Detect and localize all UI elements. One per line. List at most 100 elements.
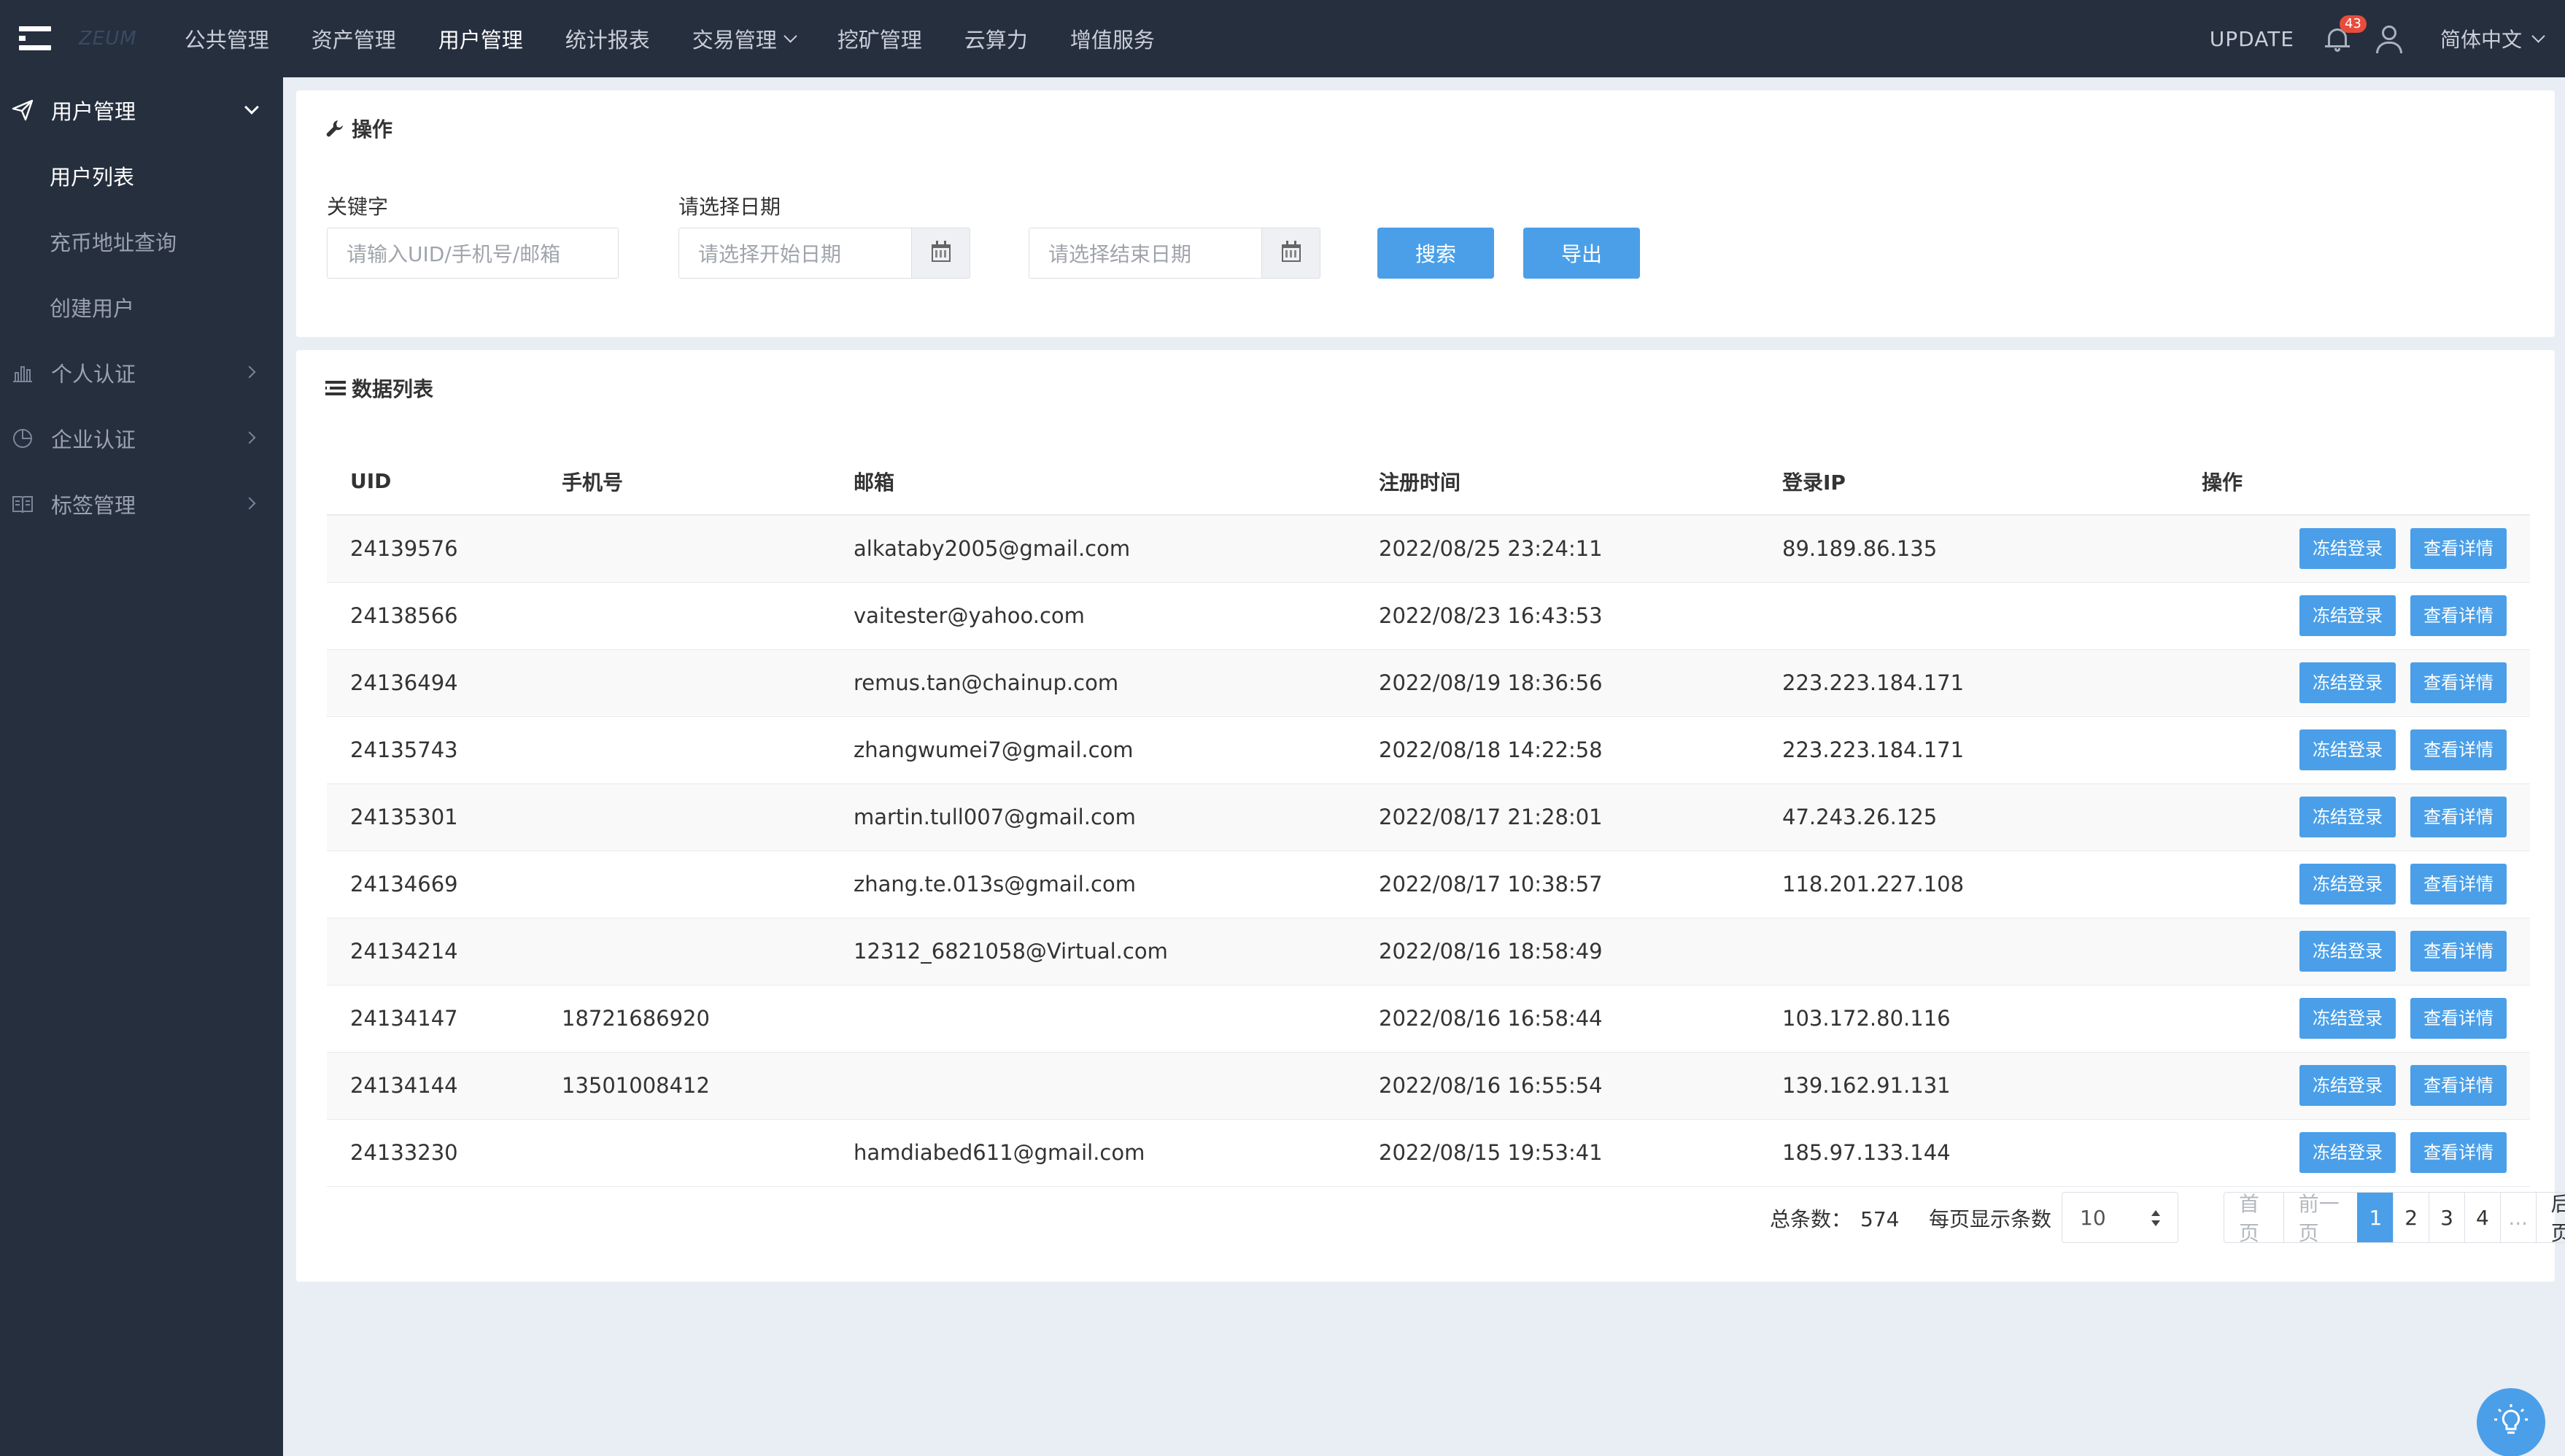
end-date-input[interactable]: 请选择结束日期: [1029, 228, 1262, 279]
view-details-button[interactable]: 查看详情: [2410, 595, 2507, 636]
search-button[interactable]: 搜索: [1377, 228, 1494, 279]
sidebar-menu: 个人认证企业认证 标签管理: [0, 340, 283, 537]
language-selector[interactable]: 简体中文: [2440, 24, 2545, 53]
view-details-button[interactable]: 查看详情: [2410, 528, 2507, 570]
view-details-button[interactable]: 查看详情: [2410, 998, 2507, 1039]
update-button[interactable]: UPDATE: [2210, 27, 2294, 51]
nav-item-7[interactable]: 增值服务: [1049, 0, 1176, 77]
cell-login-ip: 103.172.80.116: [1782, 985, 2202, 1053]
cell-registration-time: 2022/08/23 16:43:53: [1379, 582, 1782, 650]
table-row: 24134669 zhang.te.013s@gmail.com 2022/08/1…: [327, 851, 2530, 918]
sidebar-subitem-1[interactable]: 充币地址查询: [0, 209, 283, 274]
cell-registration-time: 2022/08/17 10:38:57: [1379, 851, 1782, 918]
nav-item-6[interactable]: 云算力: [943, 0, 1049, 77]
cell-actions: 冻结登录 查看详情: [2202, 985, 2530, 1053]
sidebar-subitem-2[interactable]: 创建用户: [0, 274, 283, 340]
sidebar-subitem-0[interactable]: 用户列表: [0, 143, 283, 209]
sidebar-item-1[interactable]: 企业认证: [0, 406, 283, 471]
notification-bell-icon[interactable]: 43: [2324, 15, 2367, 53]
column-header-registration-time[interactable]: 注册时间: [1379, 448, 1782, 516]
menu-toggle-icon[interactable]: [19, 26, 51, 51]
nav-item-label: 公共管理: [184, 28, 269, 53]
sidebar-item-0[interactable]: 个人认证: [0, 340, 283, 406]
freeze-login-button[interactable]: 冻结登录: [2299, 528, 2396, 570]
freeze-login-button[interactable]: 冻结登录: [2299, 595, 2396, 636]
page-button-4[interactable]: 4: [2464, 1193, 2500, 1242]
freeze-login-button[interactable]: 冻结登录: [2299, 931, 2396, 972]
nav-item-label: 用户管理: [438, 28, 523, 53]
cell-phone: [562, 783, 854, 851]
freeze-login-button[interactable]: 冻结登录: [2299, 797, 2396, 837]
user-profile-icon[interactable]: [2375, 24, 2404, 53]
cell-actions: 冻结登录 查看详情: [2202, 649, 2530, 717]
help-button[interactable]: [2477, 1388, 2545, 1456]
column-header-email[interactable]: 邮箱: [854, 448, 1379, 516]
export-button[interactable]: 导出: [1523, 228, 1640, 279]
cell-uid: 24134214: [327, 918, 562, 985]
nav-item-1[interactable]: 资产管理: [290, 0, 417, 77]
freeze-login-button[interactable]: 冻结登录: [2299, 729, 2396, 770]
freeze-login-button[interactable]: 冻结登录: [2299, 1132, 2396, 1173]
sidebar-item-label: 个人认证: [51, 362, 136, 387]
start-date-input[interactable]: 请选择开始日期: [678, 228, 912, 279]
list-icon: [325, 377, 347, 399]
nav-item-2[interactable]: 用户管理: [417, 0, 544, 77]
sidebar-submenu: 用户列表 充币地址查询 创建用户: [0, 143, 283, 340]
nav-item-4[interactable]: 交易管理: [671, 0, 816, 77]
cell-registration-time: 2022/08/16 18:58:49: [1379, 918, 1782, 985]
column-header-actions: 操作: [2202, 448, 2530, 516]
column-header-phone[interactable]: 手机号: [562, 448, 854, 516]
view-details-button[interactable]: 查看详情: [2410, 1132, 2507, 1173]
nav-item-label: 云算力: [964, 28, 1028, 53]
per-page-label: 每页显示条数: [1929, 1207, 2052, 1231]
cell-email: zhangwumei7@gmail.com: [854, 716, 1379, 784]
nav-item-3[interactable]: 统计报表: [544, 0, 671, 77]
view-details-button[interactable]: 查看详情: [2410, 864, 2507, 905]
view-details-button[interactable]: 查看详情: [2410, 662, 2507, 703]
cell-registration-time: 2022/08/15 19:53:41: [1379, 1119, 1782, 1187]
calendar-icon: [931, 241, 951, 262]
keyword-input[interactable]: 请输入UID/手机号/邮箱: [327, 228, 619, 279]
freeze-login-button[interactable]: 冻结登录: [2299, 662, 2396, 703]
nav-item-label: 交易管理: [692, 28, 777, 53]
cell-phone: [562, 515, 854, 583]
keyword-label: 关键字: [327, 195, 389, 219]
page-button-2[interactable]: 2: [2393, 1193, 2429, 1242]
data-list-title: 数据列表: [325, 373, 433, 403]
notification-badge: 43: [2339, 15, 2367, 33]
sidebar-item-2[interactable]: 标签管理: [0, 471, 283, 537]
cell-email: zhang.te.013s@gmail.com: [854, 851, 1379, 918]
page-ellipsis: ...: [2499, 1193, 2536, 1242]
freeze-login-button[interactable]: 冻结登录: [2299, 998, 2396, 1039]
nav-item-5[interactable]: 挖矿管理: [816, 0, 943, 77]
chevron-right-icon: [243, 497, 256, 510]
view-details-button[interactable]: 查看详情: [2410, 729, 2507, 770]
cell-actions: 冻结登录 查看详情: [2202, 716, 2530, 784]
cell-login-ip: 139.162.91.131: [1782, 1052, 2202, 1120]
page-button-1[interactable]: 1: [2357, 1193, 2394, 1242]
cell-actions: 冻结登录 查看详情: [2202, 783, 2530, 851]
sidebar: 用户管理 用户列表 充币地址查询 创建用户 个人认证企业认证 标签管理: [0, 77, 283, 1456]
nav-item-0[interactable]: 公共管理: [163, 0, 290, 77]
cell-email: remus.tan@chainup.com: [854, 649, 1379, 717]
table-row: 24134147 18721686920 2022/08/16 16:58:44 10…: [327, 985, 2530, 1053]
main-nav: 公共管理 资产管理 用户管理 统计报表 交易管理 挖矿管理 云算力 增值服务: [163, 0, 1176, 77]
start-date-calendar-button[interactable]: [912, 228, 970, 279]
table-row: 24134144 13501008412 2022/08/16 16:55:54 13…: [327, 1052, 2530, 1120]
per-page-select[interactable]: 10: [2062, 1192, 2178, 1243]
top-navbar: ZEUM 公共管理 资产管理 用户管理 统计报表 交易管理 挖矿管理 云算力 增值服务 UPD…: [0, 0, 2565, 77]
cell-phone: [562, 1119, 854, 1187]
view-details-button[interactable]: 查看详情: [2410, 931, 2507, 972]
column-header-uid[interactable]: UID: [327, 448, 562, 516]
sidebar-group-user-management[interactable]: 用户管理: [0, 77, 283, 143]
send-icon: [10, 98, 35, 123]
column-header-login-ip[interactable]: 登录IP: [1782, 448, 2202, 516]
freeze-login-button[interactable]: 冻结登录: [2299, 864, 2396, 905]
end-date-calendar-button[interactable]: [1262, 228, 1320, 279]
next-page-button[interactable]: 后一页: [2535, 1193, 2565, 1242]
freeze-login-button[interactable]: 冻结登录: [2299, 1065, 2396, 1106]
chevron-down-icon: [2531, 28, 2545, 43]
page-button-3[interactable]: 3: [2429, 1193, 2464, 1242]
view-details-button[interactable]: 查看详情: [2410, 797, 2507, 837]
view-details-button[interactable]: 查看详情: [2410, 1065, 2507, 1106]
